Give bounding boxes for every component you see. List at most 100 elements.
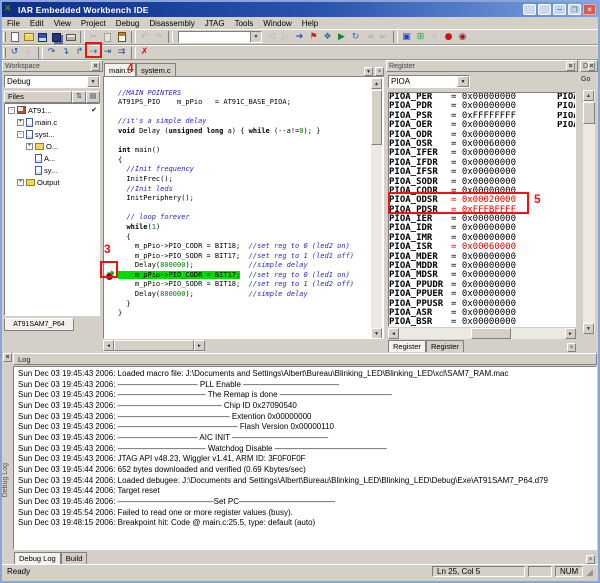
copy-button[interactable] <box>101 31 114 44</box>
menu-jtag[interactable]: JTAG <box>200 19 230 28</box>
tab-debug-log[interactable]: Debug Log <box>14 552 61 564</box>
tree-item-a[interactable]: A... <box>5 152 99 164</box>
cspy-macros-button[interactable]: ◉ <box>456 31 469 44</box>
stop-build-button[interactable]: × <box>428 31 441 44</box>
titlebar-extra-button-1[interactable]: ▾ <box>523 4 536 15</box>
menu-project[interactable]: Project <box>76 19 111 28</box>
new-document-button[interactable] <box>8 31 21 44</box>
log-side-bar[interactable]: × Debug Log <box>2 352 13 552</box>
disassembly-header[interactable]: D × <box>580 60 598 72</box>
scrollbar-thumb[interactable] <box>371 90 382 145</box>
close-log-icon[interactable]: × <box>3 353 12 362</box>
tree-item-sy[interactable]: sy... <box>5 164 99 176</box>
titlebar-extra-button-2[interactable] <box>538 4 551 15</box>
tree-item-at91[interactable]: -AT91...✔ <box>5 104 99 116</box>
tree-item-mainc[interactable]: +main.c <box>5 116 99 128</box>
workspace-project-tab[interactable]: AT91SAM7_P64 <box>4 318 74 331</box>
close-disassembly-icon[interactable]: × <box>588 62 595 71</box>
workspace-header[interactable]: Workspace × <box>2 60 103 72</box>
tab-build[interactable]: Build <box>61 552 88 564</box>
tree-item-syst[interactable]: -syst... <box>5 128 99 140</box>
tree-item-o[interactable]: +O... <box>5 140 99 152</box>
break-button[interactable]: ⇩ <box>22 46 35 59</box>
register-row[interactable]: PIOA_BSR= 0x00000000 <box>389 318 575 327</box>
editor-horizontal-scrollbar[interactable]: ◄ ► <box>103 340 205 352</box>
scroll-right-icon[interactable]: ► <box>565 328 576 339</box>
menu-debug[interactable]: Debug <box>111 19 145 28</box>
menu-edit[interactable]: Edit <box>25 19 49 28</box>
toggle-bookmark-button[interactable]: ⚑ <box>307 31 320 44</box>
toolbar-grip[interactable] <box>3 48 6 58</box>
disassembly-vertical-scrollbar[interactable]: ▲ ▼ <box>583 90 595 334</box>
print-button[interactable] <box>64 31 77 44</box>
chevron-down-icon[interactable]: ▼ <box>457 76 469 87</box>
find-previous-button[interactable]: ◁ <box>265 31 278 44</box>
find-combo-field[interactable] <box>179 32 250 42</box>
scrollbar-thumb[interactable] <box>114 340 194 351</box>
open-file-button[interactable] <box>22 31 35 44</box>
resize-grip[interactable]: ◢ <box>586 566 598 578</box>
scroll-left-icon[interactable]: ◄ <box>103 340 114 351</box>
collapse-icon[interactable]: - <box>17 131 24 138</box>
scrollbar-thumb[interactable] <box>471 328 511 339</box>
save-file-button[interactable] <box>36 31 49 44</box>
navigate-forward-button[interactable]: ► <box>377 31 390 44</box>
register-horizontal-scrollbar[interactable]: ◄ ► <box>388 328 576 339</box>
menu-file[interactable]: File <box>2 19 25 28</box>
menu-disassembly[interactable]: Disassembly <box>144 19 199 28</box>
redo-button[interactable]: ↷ <box>152 31 165 44</box>
expand-icon[interactable]: + <box>17 119 24 126</box>
make-button[interactable]: ▶ <box>335 31 348 44</box>
code-editor[interactable]: //MAIN POINTERSAT91PS_PIO m_pPio = AT91C… <box>103 76 384 339</box>
expand-icon[interactable]: + <box>17 179 24 186</box>
run-to-cursor-button[interactable]: ⇥ <box>101 46 114 59</box>
scroll-down-icon[interactable]: ▼ <box>371 328 382 339</box>
options-column-icon[interactable]: ▤ <box>86 91 100 103</box>
editor-vertical-scrollbar[interactable]: ▲ ▼ <box>371 78 382 339</box>
compile-button[interactable]: ↻ <box>349 31 362 44</box>
close-workspace-icon[interactable]: × <box>91 62 100 71</box>
maximize-button[interactable]: ❐ <box>568 4 581 15</box>
download-and-debug-button[interactable]: ▣ <box>400 31 413 44</box>
collapse-icon[interactable]: - <box>8 107 15 114</box>
scrollbar-thumb[interactable] <box>583 102 595 124</box>
go-button[interactable]: ⇉ <box>115 46 128 59</box>
go-to-definition-button[interactable]: ➔ <box>293 31 306 44</box>
close-button[interactable]: ✕ <box>583 4 596 15</box>
register-tab-2[interactable]: Register <box>426 340 464 352</box>
configuration-select[interactable]: Debug ▼ <box>4 75 100 88</box>
menu-view[interactable]: View <box>49 19 76 28</box>
reset-button[interactable]: ↺ <box>8 46 21 59</box>
make-restart-debugger-button[interactable]: ⊞ <box>414 31 427 44</box>
register-header[interactable]: Register × <box>386 60 578 72</box>
tree-item-output[interactable]: +Output <box>5 176 99 188</box>
close-tab-icon[interactable]: × <box>567 343 576 352</box>
save-all-button[interactable] <box>50 31 63 44</box>
close-register-icon[interactable]: × <box>566 62 575 71</box>
scroll-up-icon[interactable]: ▲ <box>583 90 594 101</box>
chevron-down-icon[interactable]: ▼ <box>87 76 99 87</box>
close-tab-icon[interactable]: × <box>375 67 384 76</box>
step-into-button[interactable]: ↴ <box>59 46 72 59</box>
navigate-back-button[interactable]: ◄ <box>363 31 376 44</box>
minimize-button[interactable]: ─ <box>553 4 566 15</box>
scroll-right-icon[interactable]: ► <box>194 340 205 351</box>
toggle-breakpoint-button[interactable]: ● <box>442 31 455 44</box>
titlebar[interactable]: ✕ IAR Embedded Workbench IDE ▾ ─ ❐ ✕ <box>2 2 598 17</box>
register-group-select[interactable]: PIOA ▼ <box>388 75 470 88</box>
scroll-up-icon[interactable]: ▲ <box>371 78 382 89</box>
find-combo[interactable]: ▼ <box>178 31 262 43</box>
expand-icon[interactable]: + <box>26 143 33 150</box>
close-tab-icon[interactable]: × <box>586 555 595 564</box>
step-over-button[interactable]: ↷ <box>45 46 58 59</box>
stop-debugging-button[interactable]: ✗ <box>138 46 151 59</box>
tab-system-c[interactable]: system.c <box>136 63 176 76</box>
toolbar-grip[interactable] <box>3 32 6 42</box>
chevron-down-icon[interactable]: ▼ <box>250 32 261 42</box>
tab-list-icon[interactable]: ▾ <box>364 67 373 76</box>
register-tab-1[interactable]: Register <box>388 340 426 352</box>
scroll-down-icon[interactable]: ▼ <box>583 323 594 334</box>
undo-button[interactable]: ↶ <box>138 31 151 44</box>
paste-button[interactable] <box>115 31 128 44</box>
open-windows-button[interactable]: ❖ <box>321 31 334 44</box>
